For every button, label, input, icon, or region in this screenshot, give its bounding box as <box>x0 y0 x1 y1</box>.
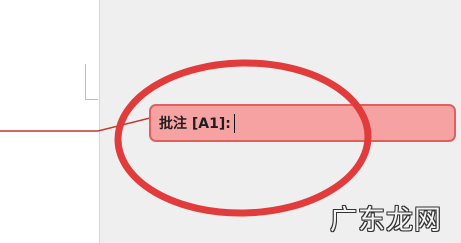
margin-corner-mark <box>85 64 86 100</box>
margin-corner-mark-horizontal <box>85 99 98 100</box>
watermark-text: 广东龙网 <box>330 205 442 236</box>
text-caret <box>233 113 235 133</box>
comment-label: 批注 [A1]: <box>159 116 231 132</box>
document-page <box>0 0 100 243</box>
comment-balloon[interactable]: 批注 [A1]: <box>149 104 456 142</box>
page-edge <box>99 0 100 243</box>
